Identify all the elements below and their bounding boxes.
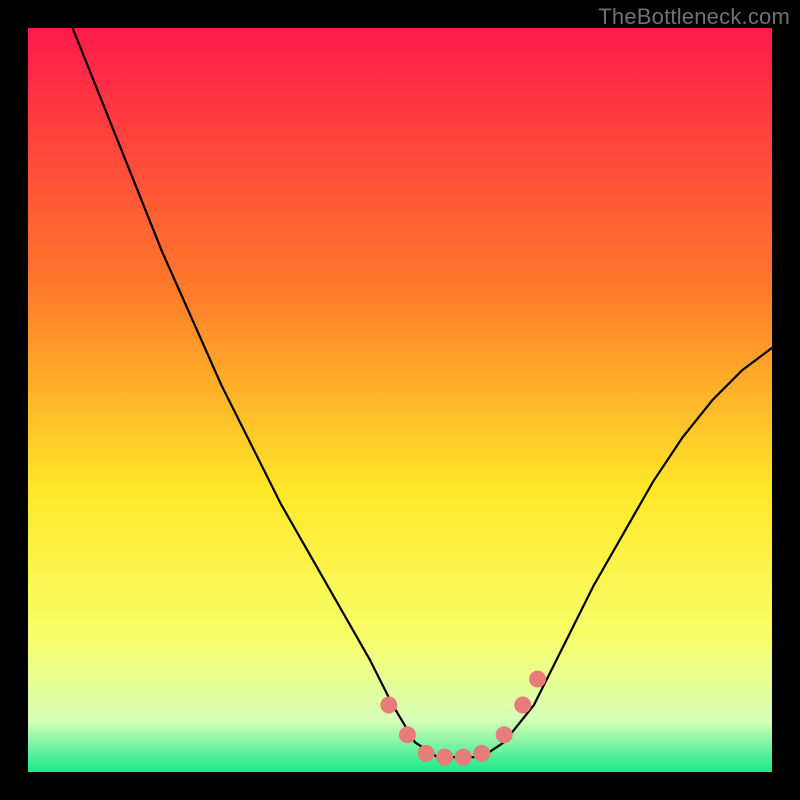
curve-marker bbox=[514, 697, 531, 714]
chart-frame bbox=[28, 28, 772, 772]
watermark-text: TheBottleneck.com bbox=[598, 4, 790, 30]
curve-marker bbox=[399, 726, 416, 743]
curve-marker bbox=[473, 745, 490, 762]
curve-marker bbox=[496, 726, 513, 743]
curve-marker bbox=[418, 745, 435, 762]
curve-marker bbox=[455, 749, 472, 766]
curve-marker bbox=[529, 671, 546, 688]
curve-marker bbox=[380, 697, 397, 714]
gradient-background bbox=[28, 28, 772, 772]
curve-marker bbox=[436, 749, 453, 766]
bottleneck-chart bbox=[28, 28, 772, 772]
